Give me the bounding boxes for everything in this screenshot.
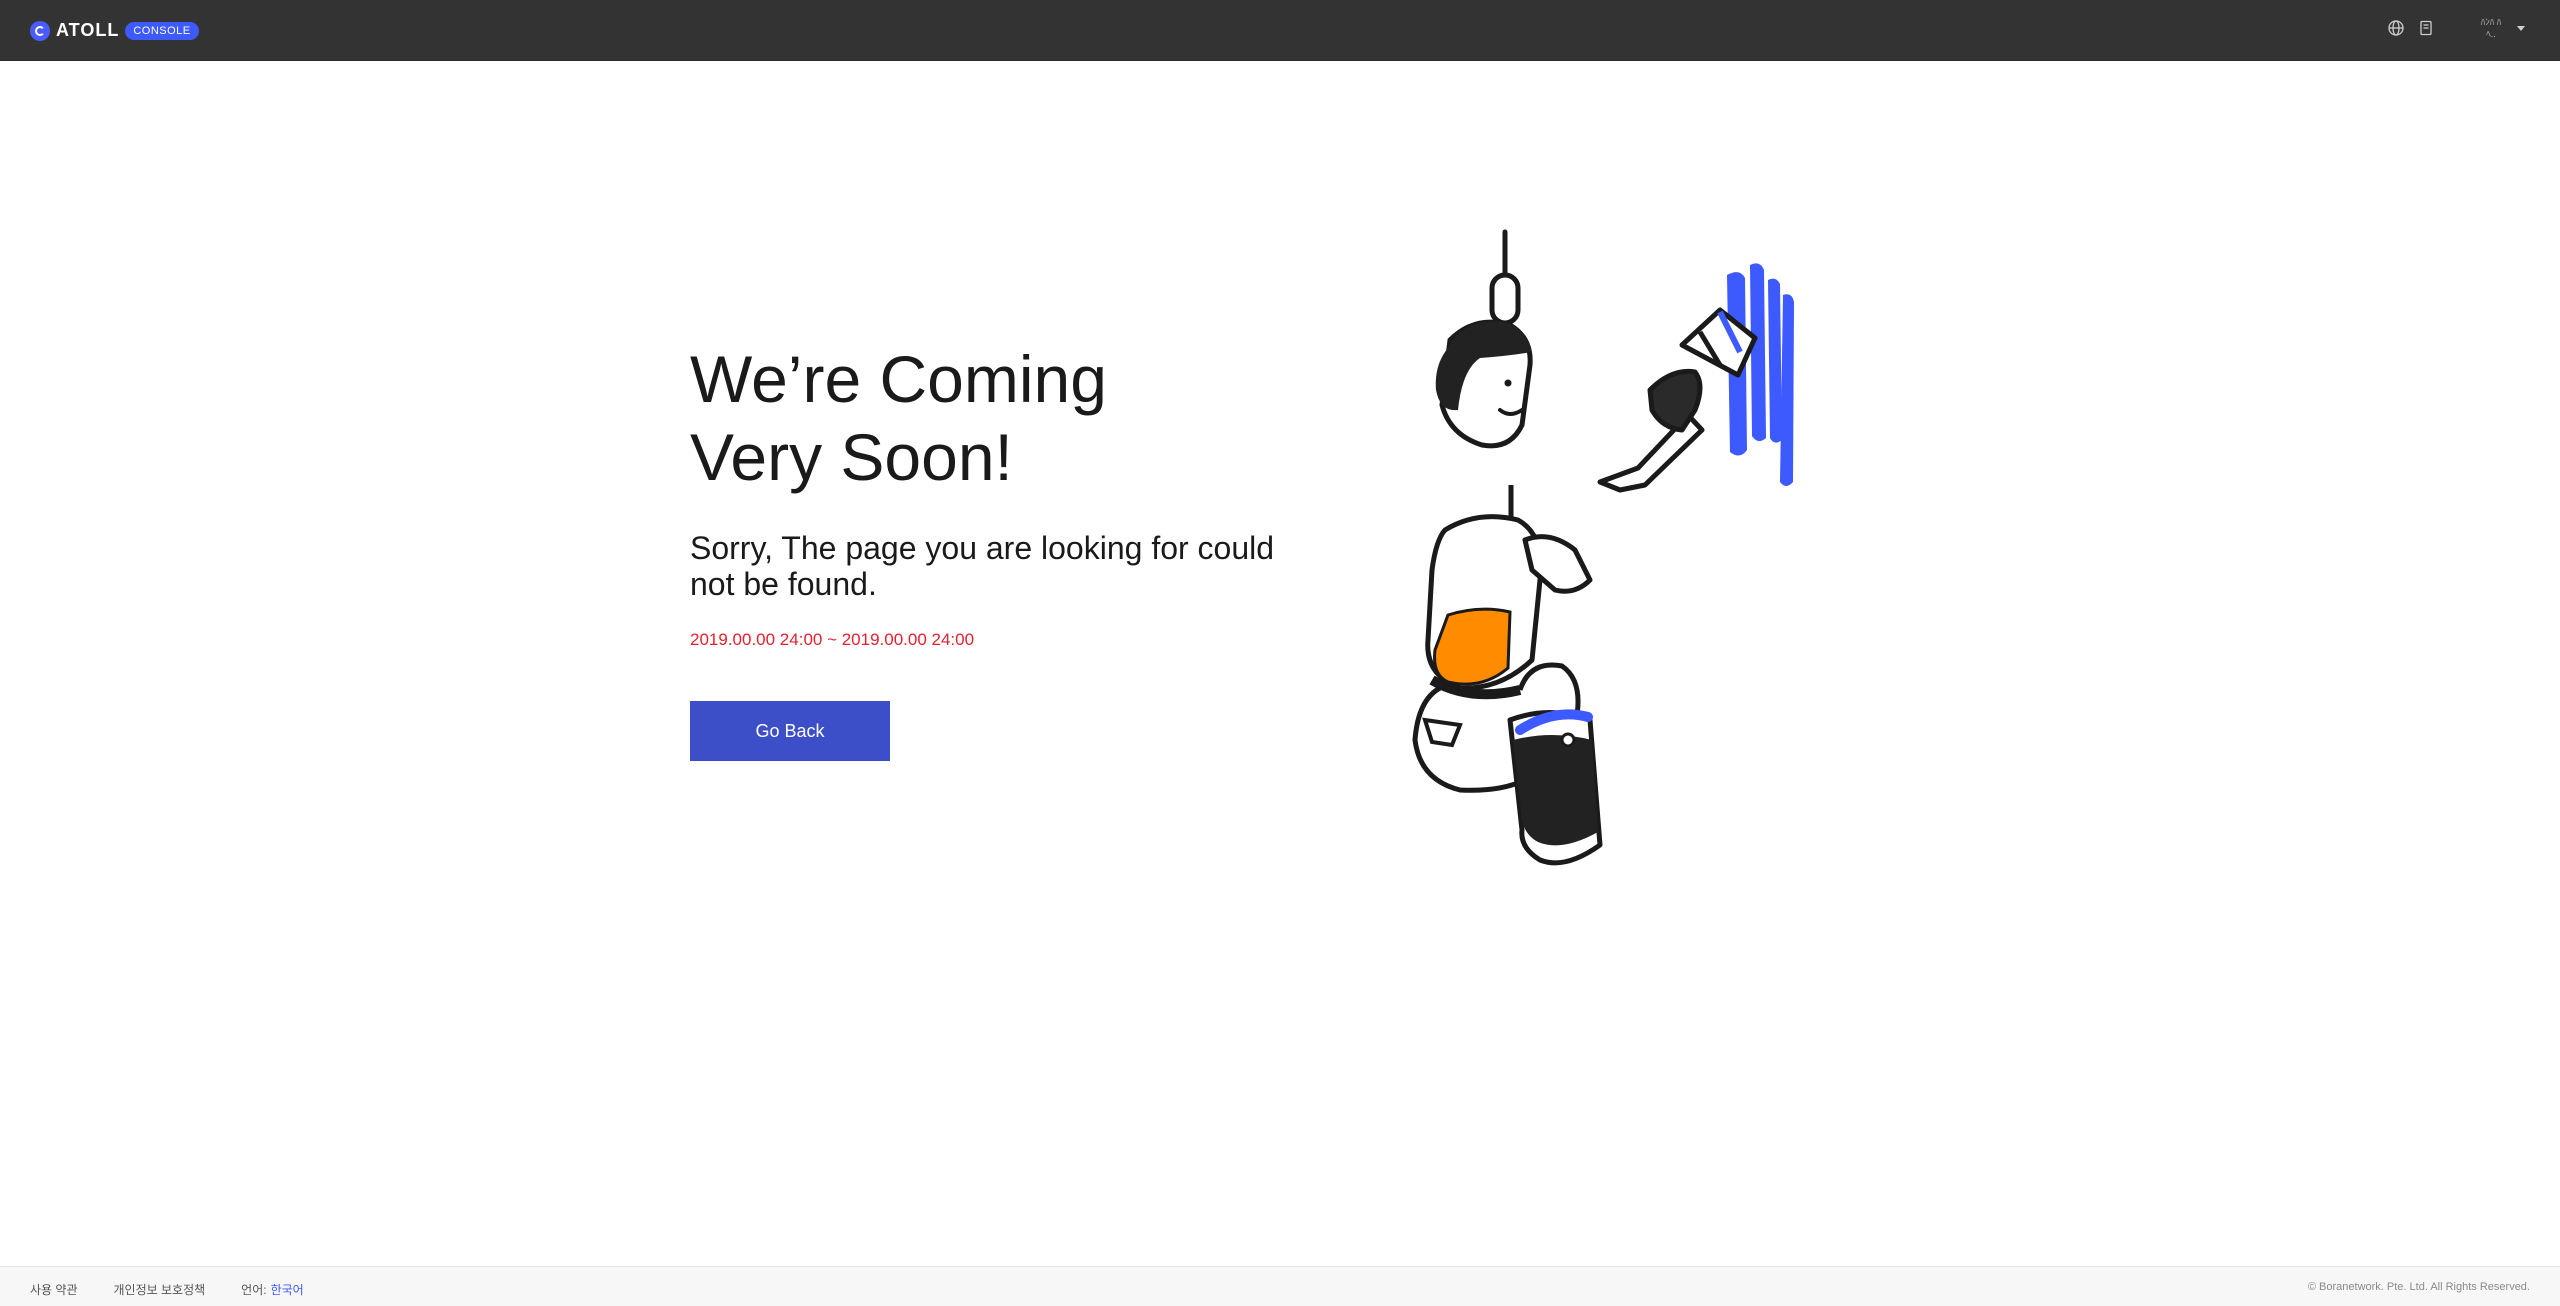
atoll-logo-icon <box>30 20 50 41</box>
not-found-message: Sorry, The page you are looking for coul… <box>690 530 1275 602</box>
headline-line-2: Very Soon! <box>690 420 1013 494</box>
brand[interactable]: ATOLL CONSOLE <box>30 20 199 41</box>
globe-icon[interactable] <box>2387 19 2405 37</box>
painter-illustration <box>1412 229 1794 866</box>
user-line-2: ﾍ.. <box>2486 29 2496 39</box>
headline-line-1: We’re Coming <box>690 342 1107 416</box>
user-info: ﾊﾝﾊ ﾊ ﾍ.. <box>2471 16 2511 40</box>
footer: 사용 약관 개인정보 보호정책 언어: 한국어 © Boranetwork. P… <box>0 1266 2560 1306</box>
user-line-1: ﾊﾝﾊ ﾊ <box>2480 17 2502 27</box>
maintenance-period: 2019.00.00 24:00 ~ 2019.00.00 24:00 <box>690 630 975 649</box>
privacy-policy-link[interactable]: 개인정보 보호정책 <box>114 1281 206 1298</box>
brand-name: ATOLL <box>56 20 120 40</box>
top-actions: ﾊﾝﾊ ﾊ ﾍ.. <box>2375 16 2525 40</box>
copyright-text: © Boranetwork. Pte. Ltd. All Rights Rese… <box>2307 1281 2530 1293</box>
top-navigation-bar: ATOLL CONSOLE ﾊﾝﾊ ﾊ ﾍ.. <box>0 0 2560 61</box>
language-label: 언어: <box>241 1283 267 1297</box>
page: ATOLL CONSOLE ﾊﾝﾊ ﾊ ﾍ.. We’re Coming Ver… <box>0 0 2560 1306</box>
go-back-button[interactable]: Go Back <box>690 701 890 761</box>
book-icon[interactable] <box>2417 19 2435 37</box>
language-selector[interactable]: 한국어 <box>271 1281 304 1298</box>
user-menu[interactable]: ﾊﾝﾊ ﾊ ﾍ.. <box>2471 16 2525 40</box>
console-badge: CONSOLE <box>125 21 199 40</box>
terms-link[interactable]: 사용 약관 <box>30 1281 78 1298</box>
page-title: We’re Coming Very Soon! <box>690 340 1210 496</box>
caret-down-icon <box>2517 26 2525 31</box>
footer-links: 사용 약관 개인정보 보호정책 언어: 한국어 <box>30 1281 304 1298</box>
